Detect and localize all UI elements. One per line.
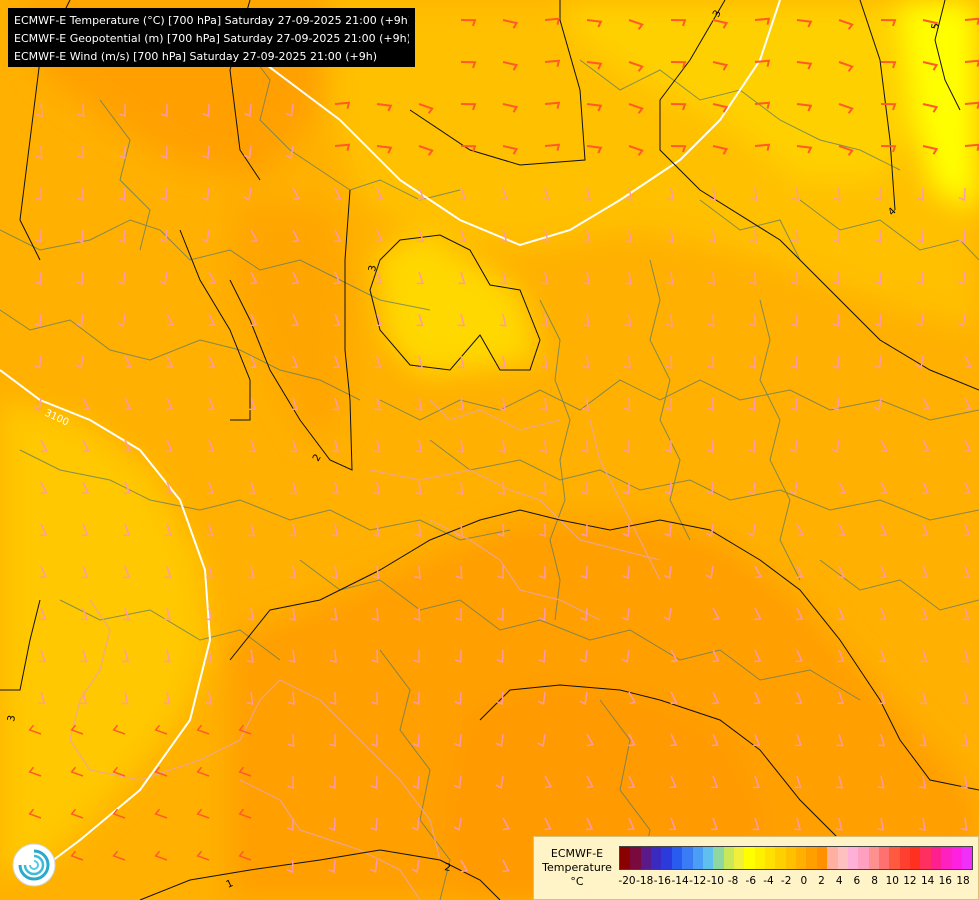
legend-tick-label: 14 [920, 875, 935, 887]
legend-swatch [692, 847, 703, 869]
legend-swatch [837, 847, 848, 869]
legend-swatch [630, 847, 641, 869]
legend-swatch [930, 847, 942, 869]
legend-tick-label: 12 [903, 875, 917, 887]
legend-title-line: ECMWF-E [550, 847, 604, 860]
map-viewer: 3 5 3 2 4 3 1 2 3100 ECMWF-E Temperature… [0, 0, 979, 900]
legend-tick-label: -14 [671, 875, 689, 887]
legend-title-line: °C [570, 875, 584, 888]
legend-swatch [671, 847, 683, 869]
legend-swatch [620, 847, 631, 869]
ecmwf-logo [12, 843, 56, 887]
legend-tick-label: 8 [871, 875, 878, 887]
legend-title: ECMWF-E Temperature °C [538, 847, 616, 889]
legend-swatch [765, 847, 776, 869]
temperature-legend: ECMWF-E Temperature °C -20 -18 -16 -14 -12 -1… [533, 836, 979, 900]
legend-swatch [723, 847, 734, 869]
legend-tick-label: 18 [956, 875, 970, 887]
legend-swatch [651, 847, 662, 869]
legend-swatch [951, 847, 962, 869]
legend-swatch [899, 847, 911, 869]
legend-swatch [889, 847, 900, 869]
legend-swatch [733, 847, 745, 869]
title-temperature: ECMWF-E Temperature (°C) [700 hPa] Satur… [14, 14, 409, 27]
title-geopotential: ECMWF-E Geopotential (m) [700 hPa] Satur… [14, 32, 409, 45]
legend-swatch [713, 847, 724, 869]
legend-swatch [775, 847, 786, 869]
title-wind: ECMWF-E Wind (m/s) [700 hPa] Saturday 27… [14, 50, 377, 63]
legend-swatch [796, 847, 807, 869]
legend-swatch [920, 847, 931, 869]
legend-tick-label: 10 [885, 875, 899, 887]
legend-swatch [806, 847, 817, 869]
legend-swatch [682, 847, 693, 869]
legend-swatch [941, 847, 952, 869]
legend-swatch [847, 847, 859, 869]
legend-tick-label: 4 [835, 875, 843, 887]
legend-tick-label: -6 [745, 875, 757, 887]
legend-title-line: Temperature [542, 861, 612, 874]
legend-swatch [754, 847, 766, 869]
legend-swatch [827, 847, 838, 869]
legend-swatch [702, 847, 714, 869]
legend-tick-label: 6 [853, 875, 861, 887]
legend-tick-labels: -20 -18 -16 -14 -12 -10 -8 -6 -4 -2 0 2 4 6 8 10 12 14 16 1… [618, 875, 971, 889]
weather-map: 3 5 3 2 4 3 1 2 3100 [0, 0, 979, 900]
legend-tick-label: 16 [938, 875, 952, 887]
legend-tick-label: 0 [800, 875, 808, 887]
legend-tick-label: -12 [689, 875, 707, 887]
legend-tick-label: -2 [780, 875, 792, 887]
legend-swatch [785, 847, 797, 869]
legend-swatch [816, 847, 828, 869]
legend-color-bar [619, 846, 973, 870]
legend-swatch [961, 847, 973, 869]
legend-swatch [868, 847, 879, 869]
map-title-box: ECMWF-E Temperature (°C) [700 hPa] Satur… [8, 8, 415, 67]
legend-tick-label: -18 [636, 875, 654, 887]
legend-tick-label: -8 [727, 875, 739, 887]
legend-tick-label: -16 [653, 875, 671, 887]
legend-swatch [910, 847, 921, 869]
legend-tick-label: -20 [618, 875, 636, 887]
legend-swatch [744, 847, 755, 869]
legend-swatch [858, 847, 869, 869]
legend-swatch [878, 847, 890, 869]
legend-tick-label: -4 [763, 875, 774, 887]
legend-tick-label: 2 [818, 875, 825, 887]
legend-tick-label: -10 [706, 875, 724, 887]
legend-swatch [661, 847, 672, 869]
legend-swatch [640, 847, 652, 869]
